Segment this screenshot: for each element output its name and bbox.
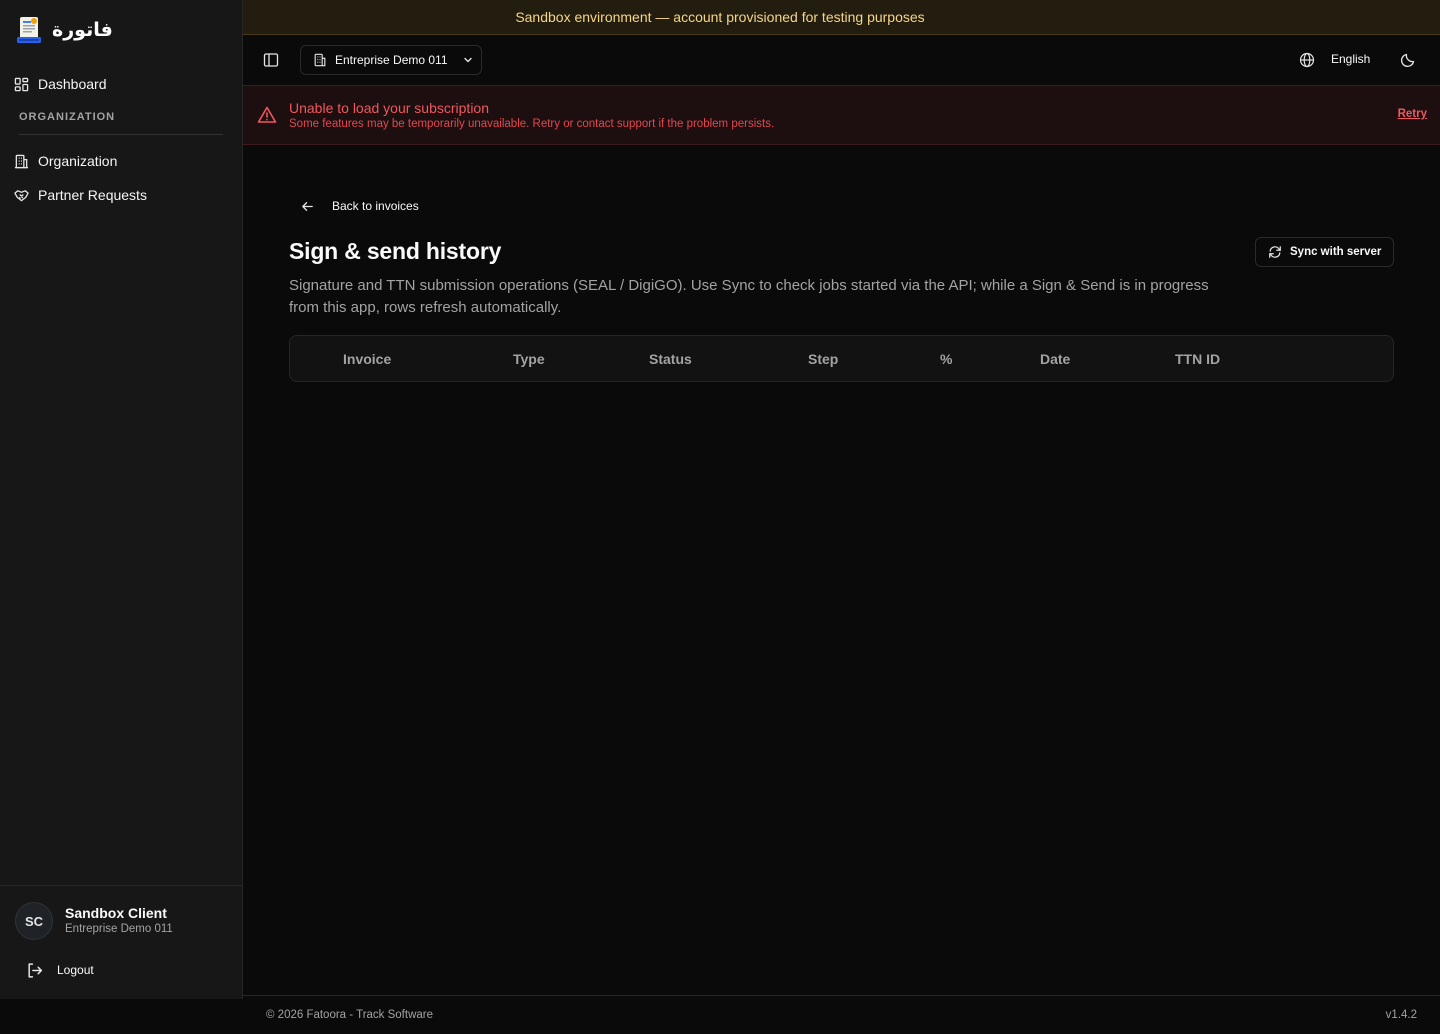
column-header-status[interactable]: Status (649, 351, 692, 367)
footer-copyright: © 2026 Fatoora - Track Software (266, 1009, 433, 1021)
history-table: Invoice Type Status Step % Date TTN ID (289, 335, 1394, 382)
dashboard-icon (14, 77, 29, 91)
column-header-type[interactable]: Type (513, 351, 545, 367)
back-to-invoices-link[interactable]: Back to invoices (300, 197, 419, 215)
sidebar-toggle-icon[interactable] (263, 52, 279, 68)
subscription-error-alert: Unable to load your subscription Some fe… (243, 86, 1440, 145)
building-icon (14, 154, 29, 168)
sidebar-item-label: Dashboard (38, 76, 107, 92)
logout-button[interactable]: Logout (26, 960, 94, 980)
handshake-icon (14, 189, 29, 201)
warning-triangle-icon (257, 106, 277, 123)
column-header-percent[interactable]: % (940, 351, 952, 367)
alert-description: Some features may be temporarily unavail… (289, 118, 775, 130)
back-link-label: Back to invoices (332, 199, 419, 213)
arrow-left-icon (302, 201, 313, 211)
user-organization: Entreprise Demo 011 (65, 923, 173, 935)
refresh-icon (1269, 246, 1281, 258)
page-title: Sign & send history (289, 238, 502, 264)
brand-name: فاتورة (52, 19, 113, 41)
moon-icon[interactable] (1400, 52, 1416, 68)
column-header-date[interactable]: Date (1040, 351, 1070, 367)
column-header-ttn-id[interactable]: TTN ID (1175, 351, 1220, 367)
brand[interactable]: فاتورة (16, 14, 113, 46)
page-description: Signature and TTN submission operations … (289, 277, 1209, 316)
logout-label: Logout (57, 963, 94, 977)
organization-selector[interactable]: Entreprise Demo 011 (300, 45, 482, 75)
alert-title: Unable to load your subscription (289, 100, 490, 116)
organization-selector-label: Entreprise Demo 011 (335, 53, 448, 67)
sidebar-section-label: ORGANIZATION (19, 111, 116, 123)
sidebar: فاتورة Dashboard ORGANIZATION Organizati… (0, 0, 243, 999)
invoice-logo-icon (17, 17, 41, 43)
logout-icon (28, 962, 43, 978)
sidebar-item-organization[interactable]: Organization (14, 150, 117, 172)
retry-link[interactable]: Retry (1398, 108, 1427, 120)
building-icon (314, 53, 326, 67)
column-header-step[interactable]: Step (808, 351, 838, 367)
footer: © 2026 Fatoora - Track Software v1.4.2 (243, 995, 1440, 1034)
column-header-invoice[interactable]: Invoice (343, 351, 391, 367)
chevron-down-icon (463, 57, 472, 63)
sidebar-item-label: Organization (38, 153, 118, 169)
avatar[interactable]: SC (15, 902, 53, 940)
user-name: Sandbox Client (65, 905, 167, 921)
sidebar-item-label: Partner Requests (38, 187, 147, 203)
sync-with-server-button[interactable]: Sync with server (1255, 237, 1394, 267)
top-header: Entreprise Demo 011 English (243, 35, 1440, 86)
footer-version: v1.4.2 (1385, 1009, 1417, 1021)
language-selector[interactable]: English (1331, 52, 1370, 66)
sidebar-divider (19, 134, 223, 135)
sidebar-item-partner-requests[interactable]: Partner Requests (14, 184, 147, 206)
sandbox-banner-text: Sandbox environment — account provisione… (515, 9, 925, 25)
sidebar-item-dashboard[interactable]: Dashboard (14, 73, 107, 95)
sync-button-label: Sync with server (1290, 246, 1382, 258)
user-profile: SC Sandbox Client Entreprise Demo 011 Lo… (0, 885, 242, 999)
globe-icon[interactable] (1299, 52, 1315, 68)
